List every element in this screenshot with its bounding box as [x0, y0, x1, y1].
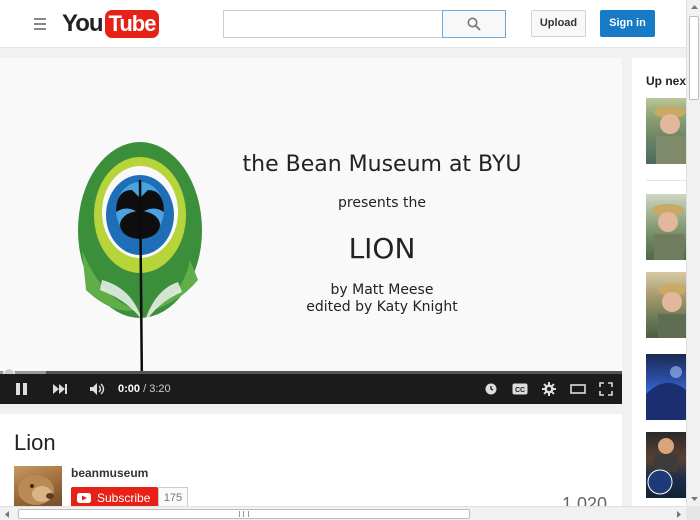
- captions-button[interactable]: CC: [508, 374, 532, 404]
- page: { "header": { "logo_you": "You", "logo_t…: [0, 0, 700, 520]
- masthead: You Tube Upload Sign in: [0, 0, 686, 48]
- gear-icon: [542, 382, 556, 396]
- up-next-thumbnail[interactable]: [646, 354, 686, 420]
- slide-presents: presents the: [338, 195, 426, 211]
- horizontal-scrollbar[interactable]: [0, 506, 686, 520]
- pause-button[interactable]: [8, 374, 36, 404]
- scrollbar-corner: [686, 506, 700, 520]
- theater-mode-button[interactable]: [566, 374, 590, 404]
- video-info: Lion beanmuseum Subscribe 175 1,020: [0, 414, 622, 520]
- svg-text:CC: CC: [515, 387, 525, 394]
- vertical-scrollbar[interactable]: [686, 0, 700, 506]
- scroll-up-arrow-icon[interactable]: [687, 0, 700, 14]
- search-button[interactable]: [442, 10, 506, 38]
- thumbnail-image: [646, 366, 686, 420]
- guide-menu-icon[interactable]: [30, 15, 50, 33]
- duration: / 3:20: [143, 383, 171, 395]
- captions-icon: CC: [512, 383, 528, 395]
- up-next-thumbnail[interactable]: [646, 432, 686, 498]
- channel-name[interactable]: beanmuseum: [71, 466, 148, 480]
- video-title: Lion: [14, 430, 56, 455]
- player-controls: 0:00 / 3:20 CC: [0, 374, 622, 404]
- channel-avatar[interactable]: [14, 466, 62, 508]
- slide-title: the Bean Museum at BYU: [242, 152, 522, 177]
- upload-button[interactable]: Upload: [531, 10, 586, 37]
- fullscreen-icon: [599, 382, 613, 396]
- thumbnail-image: [658, 284, 686, 338]
- thumbnail-image: [652, 204, 684, 260]
- next-button[interactable]: [46, 374, 74, 404]
- thumbnail-image: [647, 438, 678, 495]
- next-icon: [53, 384, 67, 394]
- scroll-down-arrow-icon[interactable]: [687, 492, 700, 506]
- fullscreen-button[interactable]: [594, 374, 618, 404]
- scroll-right-arrow-icon[interactable]: [672, 507, 686, 520]
- pause-icon: [16, 383, 27, 395]
- youtube-logo[interactable]: You Tube: [62, 10, 160, 38]
- clock-icon: [485, 383, 497, 395]
- search-box: [223, 10, 442, 38]
- peacock-feather-logo: [78, 142, 202, 393]
- watch-later-button[interactable]: [480, 374, 502, 404]
- video-player[interactable]: the Bean Museum at BYU presents the LION…: [0, 58, 622, 404]
- thumbnail-image: [654, 106, 686, 164]
- logo-you-text: You: [62, 10, 104, 37]
- up-next-thumbnail[interactable]: [646, 98, 686, 164]
- slide-author: by Matt Meese: [330, 282, 434, 298]
- lion-avatar-image: [18, 475, 54, 505]
- thumbnail-divider: [646, 180, 686, 181]
- search-icon: [467, 17, 481, 31]
- slide-editor: edited by Katy Knight: [306, 299, 458, 315]
- search-input[interactable]: [224, 11, 442, 37]
- up-next-thumbnail[interactable]: [646, 272, 686, 338]
- up-next-sidebar: Up next: [632, 58, 686, 520]
- theater-mode-icon: [570, 384, 586, 394]
- scroll-grip-icon: [239, 511, 249, 517]
- settings-button[interactable]: [538, 374, 560, 404]
- volume-button[interactable]: [84, 374, 112, 404]
- up-next-thumbnail[interactable]: [646, 194, 686, 260]
- logo-tube-text: Tube: [104, 10, 160, 38]
- youtube-play-icon: [77, 493, 91, 503]
- vertical-scroll-thumb[interactable]: [689, 16, 699, 100]
- video-frame[interactable]: the Bean Museum at BYU presents the LION…: [0, 58, 622, 393]
- current-time: 0:00: [118, 383, 141, 395]
- slide-video-name: LION: [348, 232, 416, 265]
- horizontal-scroll-thumb[interactable]: [18, 509, 470, 519]
- scroll-left-arrow-icon[interactable]: [0, 507, 14, 520]
- sign-in-button[interactable]: Sign in: [600, 10, 655, 37]
- time-display: 0:00 / 3:20: [118, 374, 171, 404]
- subscribe-label: Subscribe: [97, 491, 151, 505]
- up-next-heading: Up next: [646, 74, 686, 88]
- volume-icon: [90, 383, 105, 395]
